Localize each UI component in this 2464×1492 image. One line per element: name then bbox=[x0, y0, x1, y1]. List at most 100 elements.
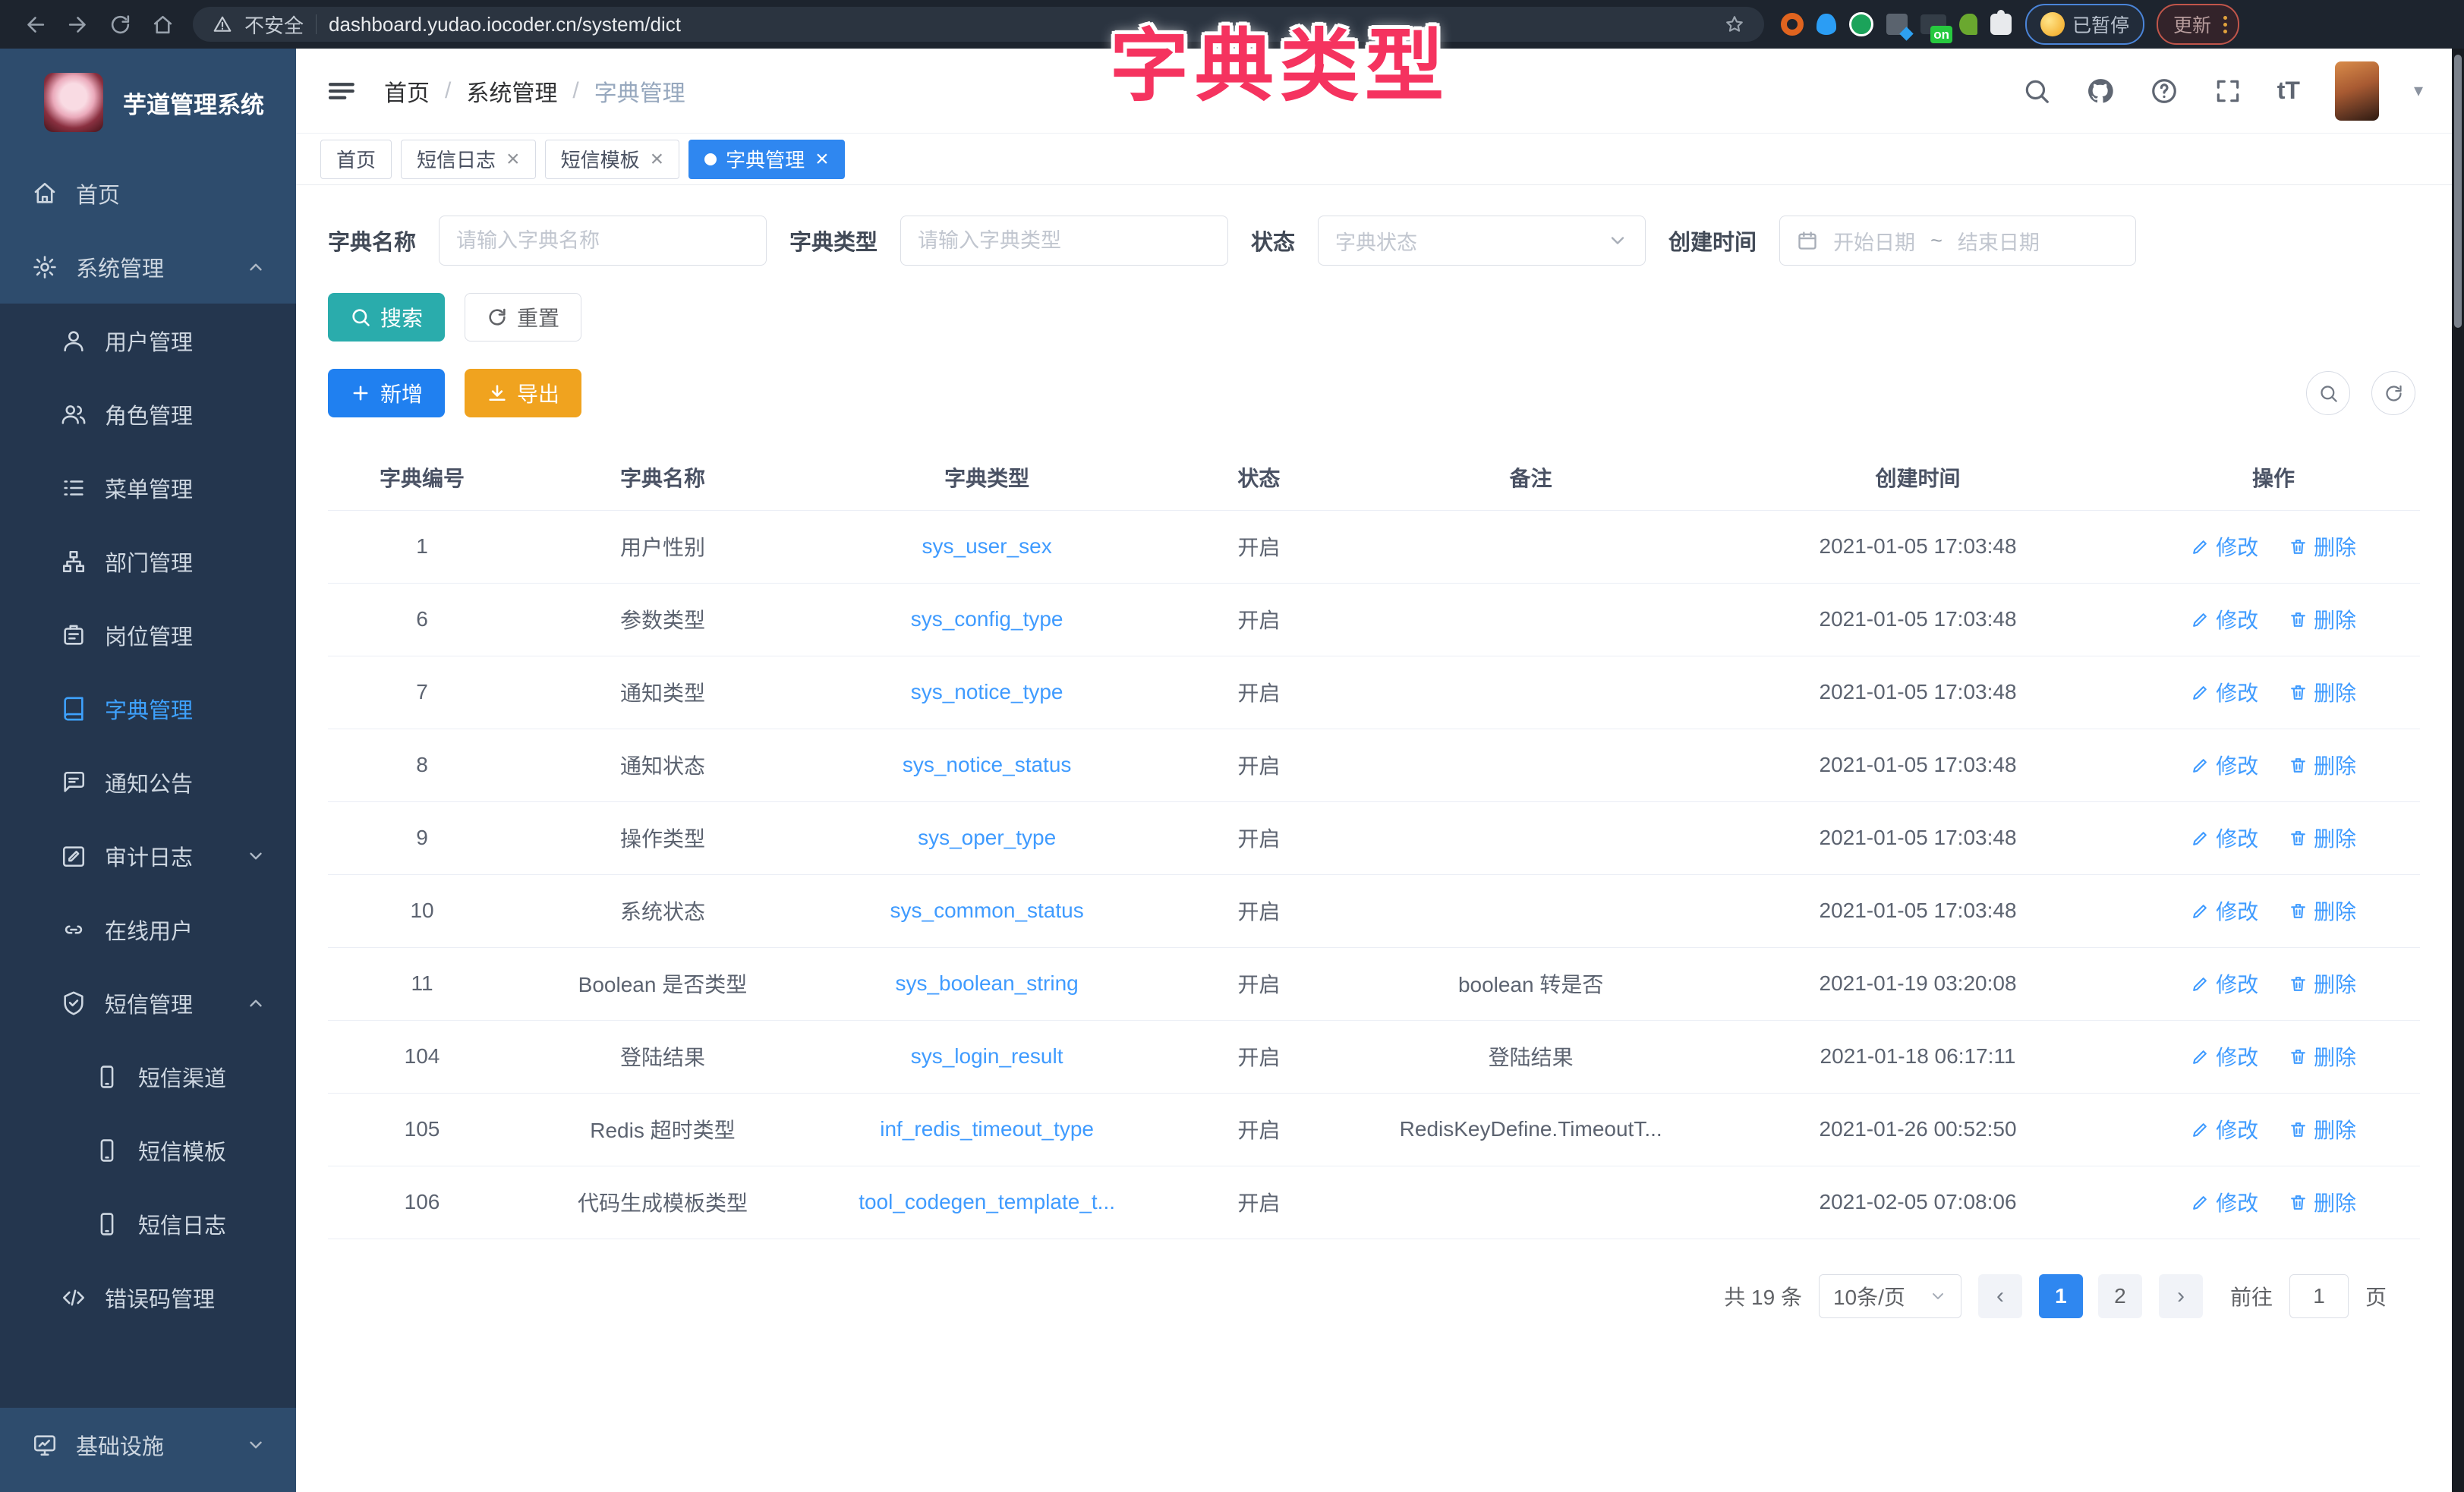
search-icon[interactable] bbox=[2022, 77, 2051, 105]
sidebar-item[interactable]: 审计日志 bbox=[0, 819, 296, 892]
scrollbar-thumb[interactable] bbox=[2454, 55, 2462, 328]
dict-type-link[interactable]: sys_common_status bbox=[809, 874, 1165, 947]
edit-link[interactable]: 修改 bbox=[2191, 604, 2258, 634]
hamburger-icon[interactable] bbox=[325, 75, 357, 107]
delete-link[interactable]: 删除 bbox=[2289, 968, 2356, 999]
fullscreen-icon[interactable] bbox=[2214, 77, 2242, 105]
delete-link[interactable]: 删除 bbox=[2289, 604, 2356, 634]
delete-link[interactable]: 删除 bbox=[2289, 823, 2356, 853]
delete-link[interactable]: 删除 bbox=[2289, 531, 2356, 562]
sidebar-item[interactable]: 基础设施 bbox=[0, 1408, 296, 1481]
sidebar-item[interactable]: 短信渠道 bbox=[0, 1040, 296, 1113]
refresh-table-icon[interactable] bbox=[2371, 371, 2415, 415]
chevron-down-icon[interactable]: ▾ bbox=[2414, 80, 2423, 102]
dict-type-link[interactable]: inf_redis_timeout_type bbox=[809, 1093, 1165, 1166]
dict-type-link[interactable]: sys_login_result bbox=[809, 1020, 1165, 1093]
extension-icon[interactable] bbox=[1781, 13, 1804, 36]
browser-menu-icon[interactable] bbox=[2223, 16, 2227, 33]
extensions-puzzle-icon[interactable] bbox=[1990, 14, 2012, 35]
sidebar-item[interactable]: 岗位管理 bbox=[0, 598, 296, 672]
edit-link[interactable]: 修改 bbox=[2191, 896, 2258, 926]
sidebar-item[interactable]: 通知公告 bbox=[0, 745, 296, 819]
dict-type-link[interactable]: tool_codegen_template_t... bbox=[809, 1166, 1165, 1239]
edit-link[interactable]: 修改 bbox=[2191, 823, 2258, 853]
sidebar-item[interactable]: 部门管理 bbox=[0, 524, 296, 598]
extension-icon[interactable] bbox=[1849, 12, 1873, 36]
dict-type-link[interactable]: sys_notice_type bbox=[809, 656, 1165, 729]
dict-type-link[interactable]: sys_user_sex bbox=[809, 510, 1165, 583]
sidebar-item[interactable]: 系统管理 bbox=[0, 230, 296, 304]
extension-icon[interactable]: on bbox=[1920, 14, 1946, 34]
extension-icon[interactable] bbox=[1886, 14, 1908, 35]
sidebar-item[interactable]: 短信模板 bbox=[0, 1113, 296, 1187]
extensions-row: on bbox=[1781, 12, 2012, 36]
font-size-icon[interactable]: tT bbox=[2277, 77, 2300, 105]
delete-link[interactable]: 删除 bbox=[2289, 1041, 2356, 1072]
tab[interactable]: 短信模板 × bbox=[545, 140, 680, 179]
sidebar-item[interactable]: 短信管理 bbox=[0, 966, 296, 1040]
dict-type-link[interactable]: sys_boolean_string bbox=[809, 947, 1165, 1020]
edit-link[interactable]: 修改 bbox=[2191, 1041, 2258, 1072]
user-avatar[interactable] bbox=[2335, 61, 2379, 121]
breadcrumb-home[interactable]: 首页 bbox=[384, 74, 430, 108]
search-button[interactable]: 搜索 bbox=[328, 293, 445, 342]
sidebar-item[interactable]: 字典管理 bbox=[0, 672, 296, 745]
date-range-picker[interactable]: 开始日期 ~ 结束日期 bbox=[1779, 216, 2136, 266]
delete-link[interactable]: 删除 bbox=[2289, 750, 2356, 780]
back-icon[interactable] bbox=[14, 3, 56, 46]
tab[interactable]: 首页 bbox=[320, 140, 392, 179]
dict-type-link[interactable]: sys_oper_type bbox=[809, 801, 1165, 874]
app-logo-row[interactable]: 芋道管理系统 bbox=[0, 49, 296, 156]
sidebar-item[interactable]: 角色管理 bbox=[0, 377, 296, 451]
page-size-select[interactable]: 10条/页 bbox=[1819, 1274, 1961, 1318]
close-icon[interactable]: × bbox=[651, 148, 664, 171]
home-icon[interactable] bbox=[141, 3, 184, 46]
goto-page-input[interactable] bbox=[2289, 1274, 2349, 1318]
github-icon[interactable] bbox=[2086, 77, 2115, 105]
page-button[interactable]: 2 bbox=[2098, 1274, 2142, 1318]
next-page-button[interactable]: › bbox=[2159, 1274, 2203, 1318]
edit-link[interactable]: 修改 bbox=[2191, 968, 2258, 999]
dict-type-link[interactable]: sys_config_type bbox=[809, 583, 1165, 656]
paused-extension-pill[interactable]: 已暂停 bbox=[2025, 4, 2144, 45]
search-toggle-icon[interactable] bbox=[2306, 371, 2350, 415]
sidebar-item[interactable]: 首页 bbox=[0, 156, 296, 230]
close-icon[interactable]: × bbox=[506, 148, 520, 171]
dict-type-input[interactable] bbox=[900, 216, 1228, 266]
delete-link[interactable]: 删除 bbox=[2289, 1114, 2356, 1144]
prev-page-button[interactable]: ‹ bbox=[1978, 1274, 2022, 1318]
breadcrumb-system[interactable]: 系统管理 bbox=[466, 74, 557, 108]
sidebar-item[interactable]: 错误码管理 bbox=[0, 1261, 296, 1334]
edit-link[interactable]: 修改 bbox=[2191, 677, 2258, 707]
reload-icon[interactable] bbox=[99, 3, 141, 46]
export-button[interactable]: 导出 bbox=[465, 369, 581, 417]
update-browser-button[interactable]: 更新 bbox=[2157, 4, 2239, 45]
edit-link[interactable]: 修改 bbox=[2191, 531, 2258, 562]
sidebar-item[interactable]: 在线用户 bbox=[0, 892, 296, 966]
sidebar-item[interactable]: 菜单管理 bbox=[0, 451, 296, 524]
scrollbar[interactable] bbox=[2452, 49, 2464, 1492]
delete-link[interactable]: 删除 bbox=[2289, 677, 2356, 707]
sidebar-item[interactable]: 用户管理 bbox=[0, 304, 296, 377]
tab[interactable]: 短信日志 × bbox=[401, 140, 536, 179]
add-button[interactable]: 新增 bbox=[328, 369, 445, 417]
forward-icon[interactable] bbox=[56, 3, 99, 46]
delete-link[interactable]: 删除 bbox=[2289, 896, 2356, 926]
status-select[interactable]: 字典状态 bbox=[1318, 216, 1646, 266]
help-icon[interactable] bbox=[2150, 77, 2179, 105]
tab[interactable]: 字典管理 × bbox=[688, 140, 845, 179]
edit-link[interactable]: 修改 bbox=[2191, 1114, 2258, 1144]
bookmark-star-icon[interactable] bbox=[1725, 14, 1744, 34]
extension-icon[interactable] bbox=[1959, 14, 1977, 35]
delete-link[interactable]: 删除 bbox=[2289, 1187, 2356, 1217]
dict-name-input[interactable] bbox=[439, 216, 767, 266]
dict-type-link[interactable]: sys_notice_status bbox=[809, 729, 1165, 801]
address-bar[interactable]: 不安全 dashboard.yudao.iocoder.cn/system/di… bbox=[193, 7, 1764, 42]
page-button[interactable]: 1 bbox=[2039, 1274, 2083, 1318]
sidebar-item[interactable]: 短信日志 bbox=[0, 1187, 296, 1261]
edit-link[interactable]: 修改 bbox=[2191, 750, 2258, 780]
extension-icon[interactable] bbox=[1816, 14, 1836, 35]
edit-link[interactable]: 修改 bbox=[2191, 1187, 2258, 1217]
close-icon[interactable]: × bbox=[815, 148, 829, 171]
reset-button[interactable]: 重置 bbox=[465, 293, 581, 342]
